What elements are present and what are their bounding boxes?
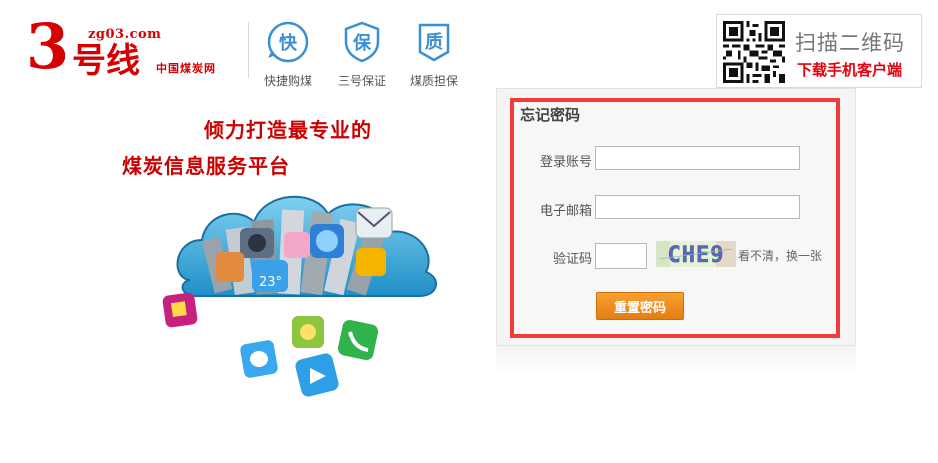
photo-app-icon [284, 232, 310, 258]
weather-temp: 23° [259, 275, 282, 290]
lightning-circle-icon: 快 [267, 21, 309, 63]
mail-app-icon [355, 207, 393, 239]
guarantee-glyph: 快 [279, 32, 298, 54]
captcha-text: CHE9 [668, 243, 725, 267]
logo-subtitle: 中国煤炭网 [156, 62, 216, 75]
forgot-password-page: 3 zg03.com 号线 中国煤炭网 快 快捷购煤 保 三号保证 质 煤质担保 [0, 0, 938, 463]
qr-download-box[interactable]: 扫描二维码 下载手机客户端 [716, 14, 922, 88]
email-input[interactable] [595, 195, 800, 219]
guarantee-label: 煤质担保 [409, 74, 458, 88]
forgot-password-form: 忘记密码 登录账号 电子邮箱 验证码 CHE9 看不清，换一张 重置密码 [510, 98, 840, 338]
header-divider [248, 22, 249, 78]
email-label: 电子邮箱 [539, 204, 592, 219]
account-label: 登录账号 [539, 155, 592, 170]
qr-code-icon [723, 21, 785, 83]
qr-subtitle: 下载手机客户端 [797, 61, 903, 79]
logo-name: 号线 [72, 41, 140, 81]
qr-title: 扫描二维码 [795, 31, 905, 55]
guarantee-fast: 快 快捷购煤 [258, 20, 318, 89]
guarantee-glyph: 质 [425, 32, 443, 53]
guarantee-quality: 质 煤质担保 [404, 20, 464, 89]
phone-app-icon [337, 319, 379, 361]
site-logo[interactable]: 3 zg03.com 号线 中国煤炭网 [26, 14, 236, 84]
form-panel-reflection [496, 346, 856, 376]
music-app-icon [216, 252, 244, 282]
guarantee-label: 快捷购煤 [263, 74, 312, 88]
account-input[interactable] [595, 146, 800, 170]
guarantee-protect: 保 三号保证 [332, 20, 392, 89]
logo-digit: 3 [26, 10, 70, 83]
promo-slogan-line1: 倾力打造最专业的 [204, 118, 372, 142]
captcha-input[interactable] [595, 243, 647, 269]
badge-icon: 质 [418, 23, 450, 62]
refresh-captcha-link[interactable]: 看不清，换一张 [738, 247, 822, 264]
logo-domain: zg03.com [88, 27, 162, 42]
app-cloud-illustration: 23° [162, 195, 437, 397]
captcha-label: 验证码 [552, 252, 592, 267]
captcha-image[interactable]: CHE9 [656, 241, 736, 267]
calculator-app-icon [356, 248, 386, 276]
shield-icon: 保 [344, 21, 380, 63]
form-title: 忘记密码 [520, 106, 581, 124]
reset-password-button[interactable]: 重置密码 [596, 292, 684, 320]
guarantee-label: 三号保证 [337, 74, 386, 88]
guarantee-glyph: 保 [352, 32, 372, 54]
